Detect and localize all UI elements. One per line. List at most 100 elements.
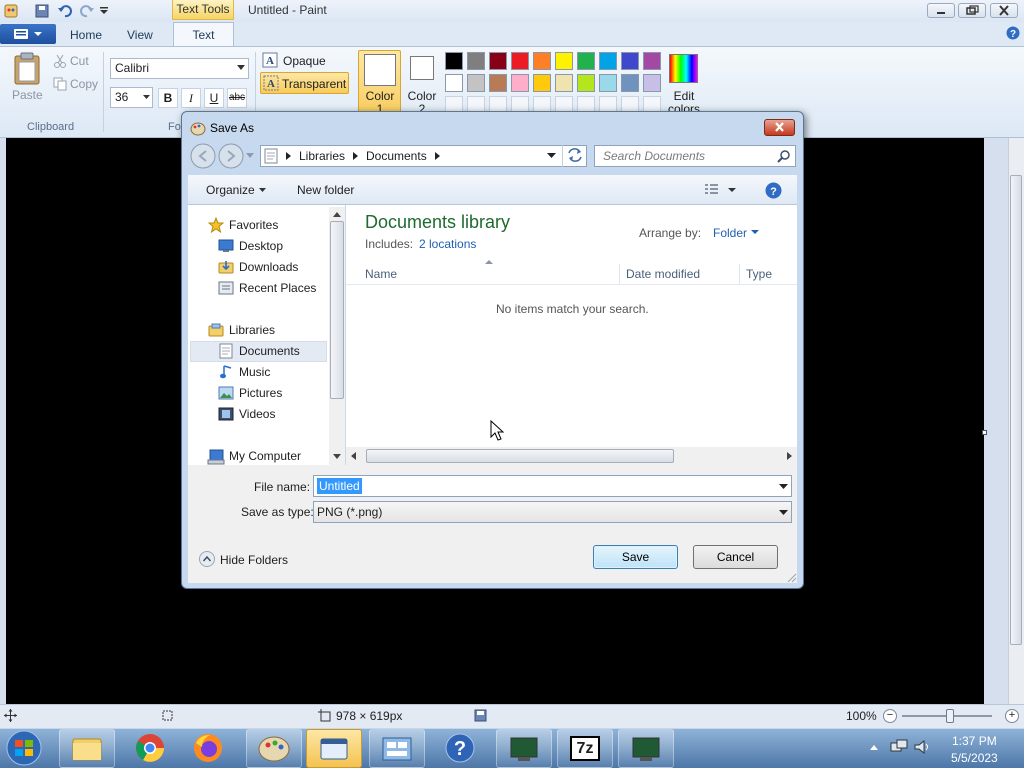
chrome-taskbar-button[interactable] [122, 729, 178, 768]
font-family-select[interactable]: Calibri [110, 58, 249, 79]
volume-tray-icon[interactable] [913, 739, 931, 755]
clock-date[interactable]: 5/5/2023 [951, 751, 998, 765]
arrange-chevron-icon[interactable] [751, 230, 759, 235]
active-dialog-taskbar-button[interactable] [306, 729, 362, 768]
palette-swatch[interactable] [643, 74, 661, 92]
palette-swatch[interactable] [577, 52, 595, 70]
recent-locations-chevron-icon[interactable] [246, 153, 254, 159]
restore-button[interactable] [958, 3, 986, 18]
column-name[interactable]: Name [365, 267, 397, 281]
nav-pictures[interactable]: Pictures [239, 383, 282, 404]
column-divider[interactable] [739, 264, 740, 284]
quick-save-icon[interactable] [34, 3, 50, 19]
nav-scroll-thumb[interactable] [330, 221, 344, 399]
italic-button[interactable]: I [181, 88, 201, 108]
breadcrumb-arrow-icon[interactable] [286, 152, 292, 160]
nav-documents[interactable]: Documents [239, 341, 300, 362]
breadcrumb-libraries[interactable]: Libraries [299, 149, 345, 163]
terminal-taskbar-button[interactable] [496, 729, 552, 768]
palette-swatch[interactable] [533, 74, 551, 92]
zoom-in-button[interactable]: + [1005, 709, 1019, 723]
canvas-resize-handle[interactable] [982, 430, 987, 435]
firefox-taskbar-button[interactable] [180, 729, 236, 768]
paste-button[interactable]: Paste [12, 88, 43, 102]
palette-swatch[interactable] [555, 52, 573, 70]
breadcrumb-arrow-icon[interactable] [435, 152, 441, 160]
tab-home[interactable]: Home [58, 25, 114, 46]
breadcrumb-arrow-icon[interactable] [353, 152, 359, 160]
paint-taskbar-button[interactable] [246, 729, 302, 768]
palette-swatch[interactable] [511, 52, 529, 70]
palette-swatch[interactable] [445, 52, 463, 70]
zoom-slider-thumb[interactable] [946, 709, 954, 723]
scroll-down-icon[interactable] [331, 451, 343, 461]
resize-grip-icon[interactable] [787, 573, 797, 583]
paint-app-icon[interactable] [3, 3, 19, 19]
search-icon[interactable] [777, 149, 791, 163]
nav-desktop[interactable]: Desktop [239, 236, 283, 257]
palette-swatch[interactable] [489, 52, 507, 70]
network-tray-icon[interactable] [890, 739, 908, 755]
redo-icon[interactable] [79, 3, 95, 19]
nav-videos[interactable]: Videos [239, 404, 275, 425]
nav-libraries[interactable]: Libraries [229, 320, 275, 341]
nav-music[interactable]: Music [239, 362, 270, 383]
palette-swatch[interactable] [467, 52, 485, 70]
help-icon[interactable]: ? [1006, 26, 1020, 40]
show-hidden-icons-icon[interactable] [870, 744, 878, 750]
control-panel-taskbar-button[interactable] [369, 729, 425, 768]
opaque-icon[interactable]: A [262, 52, 278, 68]
back-button[interactable] [190, 143, 216, 169]
nav-favorites[interactable]: Favorites [229, 215, 278, 236]
undo-icon[interactable] [57, 3, 73, 19]
file-name-dropdown-icon[interactable] [779, 484, 788, 490]
edit-colors-label[interactable]: Edit [669, 89, 699, 103]
forward-button[interactable] [218, 143, 244, 169]
palette-swatch[interactable] [555, 74, 573, 92]
locations-link[interactable]: 2 locations [419, 237, 476, 251]
new-folder-button[interactable]: New folder [297, 183, 354, 197]
scroll-left-icon[interactable] [350, 451, 358, 461]
7zip-taskbar-button[interactable]: 7z [557, 729, 613, 768]
save-as-type-select[interactable] [313, 501, 792, 523]
view-options-icon[interactable] [704, 183, 720, 197]
clock-time[interactable]: 1:37 PM [952, 734, 997, 748]
nav-my-computer[interactable]: My Computer [229, 446, 301, 467]
copy-button[interactable]: Copy [70, 77, 98, 91]
refresh-button[interactable] [562, 145, 587, 167]
address-dropdown-icon[interactable] [547, 153, 556, 159]
palette-swatch[interactable] [533, 52, 551, 70]
dialog-close-button[interactable] [764, 119, 795, 136]
column-type[interactable]: Type [746, 267, 772, 281]
palette-swatch[interactable] [599, 52, 617, 70]
minimize-button[interactable] [927, 3, 955, 18]
file-name-input[interactable] [313, 475, 792, 497]
hide-folders-icon[interactable] [199, 551, 215, 567]
scroll-right-icon[interactable] [785, 451, 793, 461]
underline-button[interactable]: U [204, 88, 224, 108]
zoom-out-button[interactable]: − [883, 709, 897, 723]
dialog-help-icon[interactable]: ? [765, 182, 782, 199]
palette-swatch[interactable] [467, 74, 485, 92]
scroll-up-icon[interactable] [331, 210, 343, 220]
arrange-by-dropdown[interactable]: Folder [713, 226, 747, 240]
start-button-icon[interactable] [4, 730, 44, 766]
copy-icon[interactable] [53, 77, 67, 91]
palette-swatch[interactable] [643, 52, 661, 70]
nav-recent-places[interactable]: Recent Places [239, 278, 316, 299]
horizontal-scroll-thumb[interactable] [366, 449, 674, 463]
palette-swatch[interactable] [621, 74, 639, 92]
paint-menu-button[interactable] [0, 24, 56, 44]
help-support-taskbar-button[interactable]: ? [432, 729, 488, 768]
save-type-dropdown-icon[interactable] [779, 510, 788, 516]
column-divider[interactable] [619, 264, 620, 284]
opaque-button[interactable]: Opaque [283, 54, 326, 68]
customize-qat-icon[interactable] [99, 6, 109, 16]
explorer-taskbar-button[interactable] [59, 729, 115, 768]
edit-colors-icon[interactable] [669, 54, 698, 83]
file-name-value[interactable]: Untitled [317, 478, 362, 494]
close-window-button[interactable] [990, 3, 1018, 18]
save-button[interactable]: Save [593, 545, 678, 569]
nav-downloads[interactable]: Downloads [239, 257, 298, 278]
hide-folders-button[interactable]: Hide Folders [220, 553, 288, 567]
